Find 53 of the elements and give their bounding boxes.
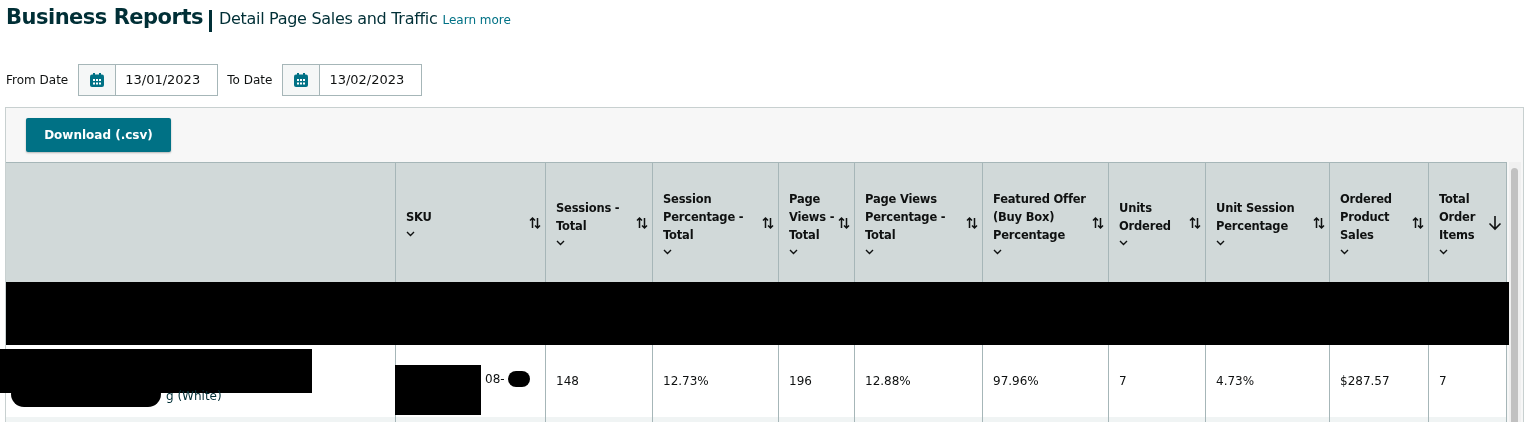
sort-icon[interactable] — [1092, 214, 1104, 231]
sort-icon[interactable] — [636, 214, 648, 231]
table-cell: 196 — [779, 345, 855, 417]
chevron-down-icon[interactable] — [993, 249, 1002, 255]
learn-more-link[interactable]: Learn more — [442, 13, 511, 27]
table-cell: $287.57 — [1330, 345, 1429, 417]
column-header[interactable]: Unit Session Percentage — [1206, 162, 1330, 282]
table-cell: 4.73% — [1206, 345, 1330, 417]
chevron-down-icon[interactable] — [789, 249, 798, 255]
page-subtitle: Detail Page Sales and Traffic — [218, 9, 438, 28]
sort-icon[interactable] — [529, 214, 541, 231]
chevron-down-icon[interactable] — [1439, 249, 1448, 255]
column-header[interactable]: Session Percentage - Total — [653, 162, 779, 282]
column-header[interactable]: Total Order Items — [1429, 162, 1507, 282]
column-header[interactable]: Sessions - Total — [546, 162, 653, 282]
sort-descending-icon[interactable] — [1488, 214, 1502, 231]
table-cell: 08- — [396, 345, 546, 417]
column-header[interactable]: SKU — [396, 162, 546, 282]
table-cell: 97.96% — [983, 345, 1109, 417]
column-header[interactable]: Page Views - Total — [779, 162, 855, 282]
sort-icon[interactable] — [762, 214, 774, 231]
page-title: Business Reports — [6, 5, 203, 29]
sort-icon[interactable] — [838, 214, 850, 231]
chevron-down-icon[interactable] — [663, 249, 672, 255]
chevron-down-icon[interactable] — [1119, 240, 1128, 246]
scrollbar[interactable] — [1509, 162, 1521, 422]
chevron-down-icon[interactable] — [1216, 240, 1225, 246]
column-header[interactable]: Featured Offer (Buy Box) Percentage — [983, 162, 1109, 282]
date-label: To Date — [227, 72, 273, 87]
date-label: From Date — [6, 72, 69, 87]
column-header[interactable]: Ordered Product Sales — [1330, 162, 1429, 282]
date-field[interactable]: 13/01/2023 — [78, 63, 219, 96]
chevron-down-icon[interactable] — [865, 249, 874, 255]
calendar-icon[interactable] — [89, 71, 106, 88]
title-separator — [208, 9, 212, 32]
redaction-mark — [508, 371, 530, 387]
download-button[interactable]: Download (.csv) — [26, 118, 171, 152]
table-cell: 148 — [546, 345, 653, 417]
table-cell: 12.88% — [855, 345, 983, 417]
column-header[interactable]: Page Views Percentage - Total — [855, 162, 983, 282]
sort-icon[interactable] — [1412, 214, 1424, 231]
date-field[interactable]: 13/02/2023 — [282, 63, 423, 96]
chevron-down-icon[interactable] — [1340, 249, 1349, 255]
table-cell: 12.73% — [653, 345, 779, 417]
sort-icon[interactable] — [1313, 214, 1325, 231]
sort-icon[interactable] — [1189, 214, 1201, 231]
sort-icon[interactable] — [966, 214, 978, 231]
calendar-icon[interactable] — [293, 71, 310, 88]
table-cell: 7 — [1429, 345, 1507, 417]
column-header[interactable]: Units Ordered — [1109, 162, 1206, 282]
table-cell: 7 — [1109, 345, 1206, 417]
chevron-down-icon[interactable] — [556, 240, 565, 246]
chevron-down-icon[interactable] — [406, 231, 415, 237]
